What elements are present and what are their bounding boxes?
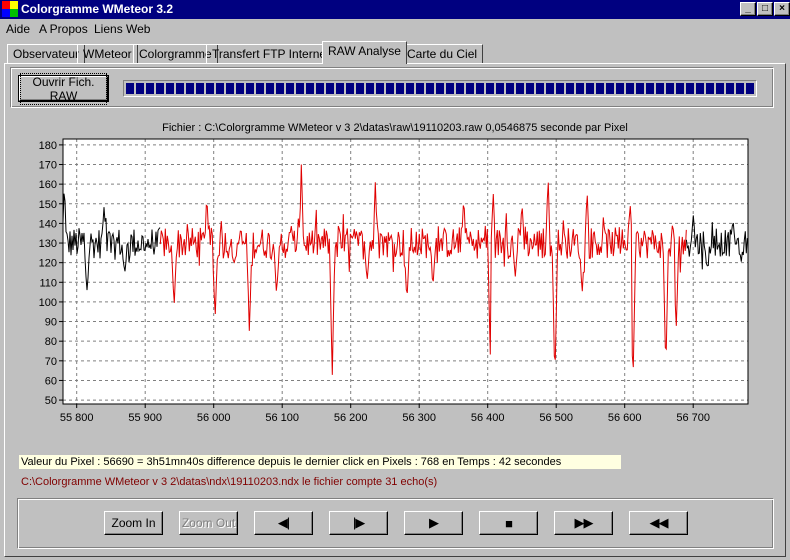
x-tick-label: 56 700 [676, 412, 710, 424]
minimize-button[interactable]: _ [740, 2, 756, 16]
progress-bar [123, 80, 757, 97]
y-tick-label: 170 [39, 160, 57, 172]
y-tick-label: 180 [39, 140, 57, 152]
x-tick-label: 56 400 [471, 412, 505, 424]
open-raw-file-label: Ouvrir Fich. RAW [20, 72, 107, 105]
x-tick-label: 56 300 [402, 412, 436, 424]
open-raw-file-button[interactable]: Ouvrir Fich. RAW [18, 72, 109, 105]
tab-strip: Observateur WMeteor Colorgramme Transfer… [0, 38, 790, 64]
menu-aide[interactable]: Aide [6, 22, 30, 36]
ndx-file-info: C:\Colorgramme WMeteor v 3 2\datas\ndx\1… [21, 476, 438, 488]
y-tick-label: 130 [39, 238, 57, 250]
pixel-info-box: Valeur du Pixel : 56690 = 3h51mn40s diff… [19, 455, 621, 469]
y-tick-label: 110 [39, 277, 57, 289]
fast-forward-button[interactable]: ▶▶ [554, 511, 613, 535]
stop-button[interactable]: ■ [479, 511, 538, 535]
y-tick-label: 100 [39, 297, 57, 309]
title-bar: Colorgramme WMeteor 3.2 _ □ × [0, 0, 790, 19]
close-button[interactable]: × [774, 2, 790, 16]
y-tick-label: 150 [39, 199, 57, 211]
y-tick-label: 120 [39, 258, 57, 270]
menu-a-propos[interactable]: A Propos [39, 22, 88, 36]
y-tick-label: 140 [39, 218, 57, 230]
tab-colorgramme[interactable]: Colorgramme [133, 44, 218, 63]
maximize-button[interactable]: □ [757, 2, 773, 16]
y-tick-label: 90 [45, 317, 57, 329]
x-tick-label: 55 800 [60, 412, 94, 424]
menu-liens-web[interactable]: Liens Web [94, 22, 150, 36]
y-tick-label: 60 [45, 375, 57, 387]
x-tick-label: 56 000 [197, 412, 231, 424]
x-tick-label: 56 600 [608, 412, 642, 424]
app-icon [2, 1, 18, 17]
y-tick-label: 160 [39, 179, 57, 191]
x-tick-label: 55 900 [128, 412, 162, 424]
zoom-in-button[interactable]: Zoom In [104, 511, 163, 535]
window-title: Colorgramme WMeteor 3.2 [21, 2, 174, 16]
tab-carte-du-ciel[interactable]: Carte du Ciel [401, 44, 484, 63]
raw-signal-chart[interactable]: 50 60 70 80 90 100 110 120 130 140 150 160 170 180 55 … [0, 134, 790, 434]
tab-observateur[interactable]: Observateur [7, 44, 86, 63]
tab-wmeteor[interactable]: WMeteor [77, 44, 138, 63]
y-tick-label: 80 [45, 336, 57, 348]
play-button[interactable]: ▶ [404, 511, 463, 535]
zoom-out-button[interactable]: Zoom Out [179, 511, 238, 535]
tab-raw-analyse[interactable]: RAW Analyse [322, 41, 407, 64]
x-tick-label: 56 500 [539, 412, 573, 424]
x-tick-label: 56 100 [265, 412, 299, 424]
step-forward-button[interactable]: |▶ [329, 511, 388, 535]
step-back-button[interactable]: ◀| [254, 511, 313, 535]
chart-file-header: Fichier : C:\Colorgramme WMeteor v 3 2\d… [162, 122, 628, 134]
x-tick-label: 56 200 [334, 412, 368, 424]
progress-fill [126, 83, 754, 94]
y-tick-label: 70 [45, 356, 57, 368]
tab-transfert-ftp[interactable]: Transfert FTP Internet [206, 44, 336, 63]
menu-bar: Aide A Propos Liens Web [0, 19, 790, 38]
rewind-button[interactable]: ◀◀ [629, 511, 688, 535]
y-tick-label: 50 [45, 395, 57, 407]
